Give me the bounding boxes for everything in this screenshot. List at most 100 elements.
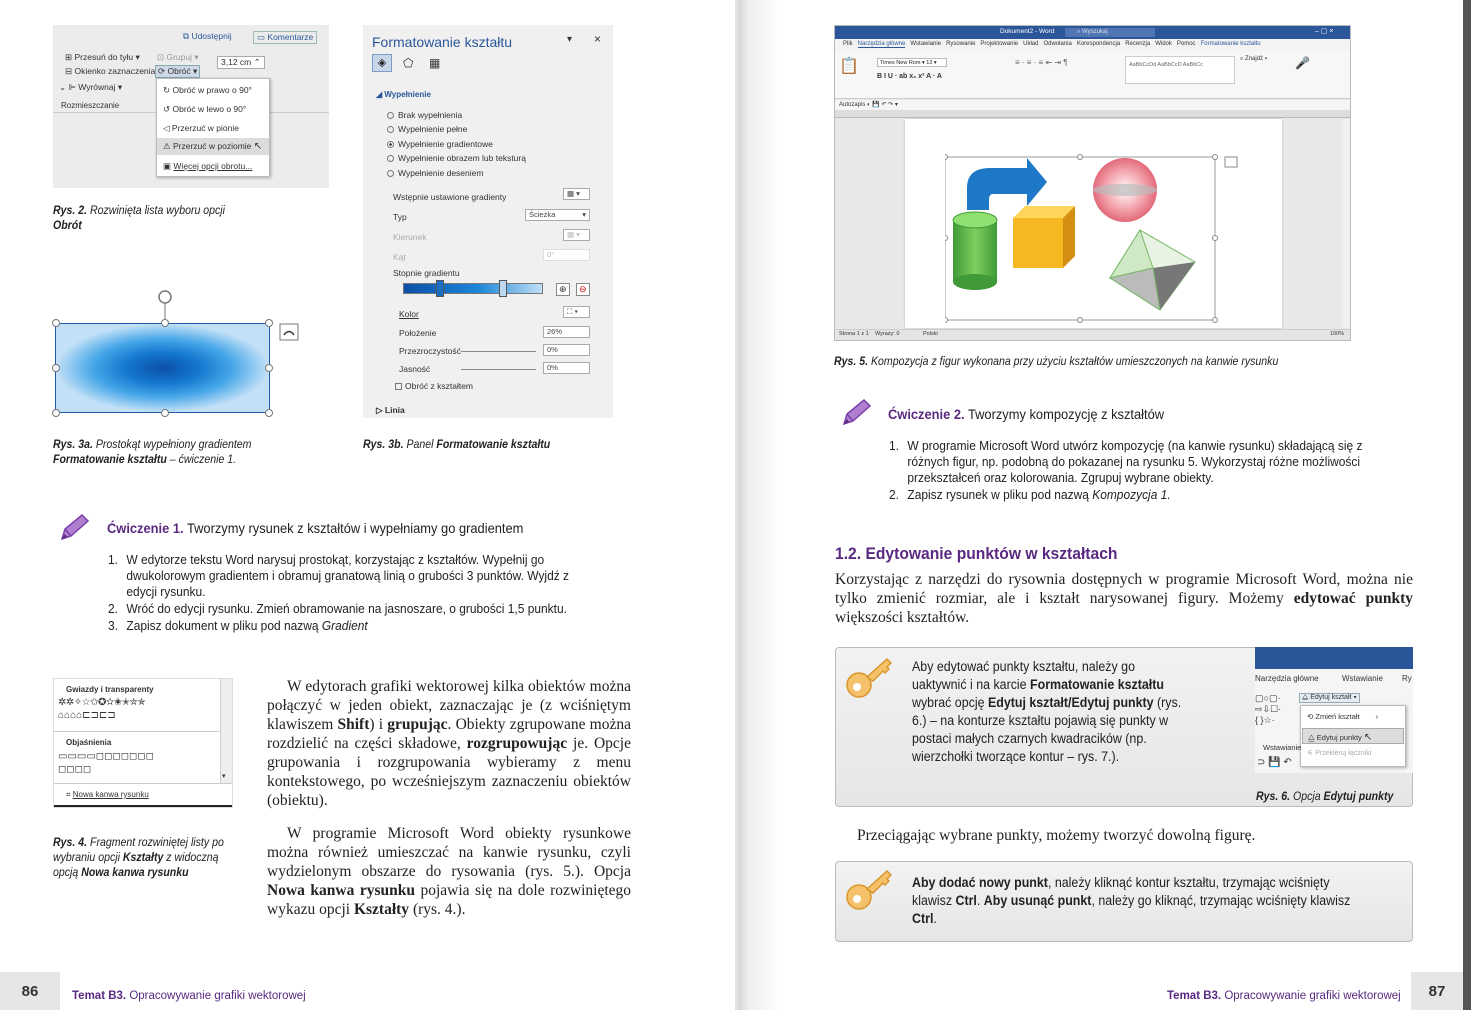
dictate-icon[interactable]: 🎤 bbox=[1295, 56, 1310, 70]
ribbon-tab[interactable]: Wstawianie bbox=[910, 41, 941, 47]
selection-pane-button[interactable]: Okienko zaznaczenia bbox=[74, 66, 155, 76]
group-button[interactable]: Grupuj bbox=[166, 52, 192, 62]
ribbon-tab[interactable]: Narzędzia główne bbox=[857, 41, 906, 48]
reroute-connectors-item[interactable]: ⚟ Przekieruj łączniki bbox=[1307, 749, 1371, 757]
menu-more-rotation[interactable]: ▣ Więcej opcji obrotu... bbox=[163, 161, 252, 172]
ribbon-tab[interactable]: Plik bbox=[843, 41, 853, 47]
ribbon-tab[interactable]: Odwołania bbox=[1043, 41, 1071, 47]
fig6-screenshot: Narzędzia główne Wstawianie Ry ▢○▢· ⇨⇩☐·{… bbox=[1255, 647, 1413, 773]
paste-icon[interactable]: 📋 bbox=[839, 56, 859, 76]
type-label: Typ bbox=[393, 212, 407, 222]
quick-access[interactable]: ⊃ 💾 ↶ bbox=[1257, 757, 1292, 768]
edit-points-item[interactable]: ⧋ Edytuj punkty ↖ bbox=[1302, 728, 1404, 744]
share-button[interactable]: Udostępnij bbox=[191, 31, 231, 41]
gradient-stop-2[interactable] bbox=[499, 280, 507, 297]
transparency-slider[interactable] bbox=[461, 351, 536, 352]
remove-stop-icon[interactable]: ⊖ bbox=[576, 283, 590, 296]
stars-banners-heading: Gwiazdy i transparenty bbox=[66, 685, 154, 694]
brightness-slider[interactable] bbox=[461, 369, 536, 370]
edit-shape-button[interactable]: ⧋ Edytuj kształt ▾ bbox=[1299, 693, 1360, 703]
section-fill[interactable]: ◢ Wypełnienie bbox=[376, 90, 431, 99]
pencil-icon bbox=[842, 398, 872, 426]
ribbon-tab[interactable]: Układ bbox=[1023, 41, 1038, 47]
ribbon-tab[interactable]: Recenzja bbox=[1125, 41, 1150, 47]
tab-draw[interactable]: Ry bbox=[1402, 674, 1412, 683]
shapes-gallery[interactable]: ▢○▢· ⇨⇩☐·{ }☆· bbox=[1255, 693, 1281, 726]
editing-buttons[interactable]: ⌕ Znajdź ▾ bbox=[1240, 56, 1267, 63]
align-button[interactable]: Wyrównaj bbox=[78, 82, 115, 92]
angle-field[interactable]: 0° bbox=[543, 249, 590, 261]
left-page: ⧉ Udostępnij ▭ Komentarze ⊞ Przesuń do t… bbox=[0, 0, 735, 1010]
option-solid-fill[interactable]: Wypełnienie pełne bbox=[387, 124, 467, 134]
direction-dropdown[interactable]: ▦ ▾ bbox=[563, 229, 590, 241]
search-box[interactable]: ⌕ Wyszukaj bbox=[1065, 28, 1155, 37]
key-icon bbox=[846, 869, 893, 910]
option-pattern-fill[interactable]: Wypełnienie deseniem bbox=[387, 168, 483, 178]
ribbon-tab[interactable]: Projektowanie bbox=[980, 41, 1018, 47]
zoom-level[interactable]: 100% bbox=[1330, 331, 1344, 337]
arrange-label: Rozmieszczanie bbox=[61, 101, 120, 110]
fig5-caption: Rys. 5. Kompozycja z figur wykonana przy… bbox=[834, 354, 1279, 368]
menu-rotate-right[interactable]: ↻ Obróć w prawo o 90° bbox=[163, 85, 252, 96]
ribbon-tab[interactable]: Formatowanie kształtu bbox=[1201, 41, 1261, 47]
option-gradient-fill[interactable]: Wypełnienie gradientowe bbox=[387, 139, 493, 149]
comments-button[interactable]: Komentarze bbox=[267, 32, 313, 42]
scroll-down-icon[interactable]: ▾ bbox=[222, 772, 226, 780]
callouts-row-1[interactable]: ▭▭▭▭◻◻◻◻◻◻◻ bbox=[58, 751, 154, 762]
fig4-caption: Rys. 4. Fragment rozwiniętej listy po wy… bbox=[53, 835, 224, 879]
change-shape-item[interactable]: ⟲ Zmień kształt › bbox=[1307, 712, 1378, 721]
rotate-with-shape-checkbox[interactable]: Obróć z kształtem bbox=[395, 381, 473, 391]
menu-flip-vertical[interactable]: ◁ Przerzuć w pionie bbox=[163, 123, 239, 134]
title-bar bbox=[1255, 647, 1413, 669]
rotate-button[interactable]: Obróć bbox=[167, 66, 190, 76]
move-back-button[interactable]: Przesuń do tyłu bbox=[74, 52, 133, 62]
scrollbar[interactable] bbox=[1342, 119, 1350, 328]
menu-flip-horizontal[interactable]: ⚠ Przerzuć w poziomie ↖ bbox=[157, 138, 269, 155]
ribbon-tab[interactable]: Pomoc bbox=[1177, 41, 1196, 47]
paragraph-buttons[interactable]: ≡ · ≡ · ≡ ⇤ ⇥ ¶ bbox=[1015, 58, 1068, 67]
color-picker[interactable]: ⛶ ▾ bbox=[563, 306, 590, 318]
stars-shapes-row[interactable]: ✲✲✧☆✩✪✫✬✭✮✯ bbox=[58, 697, 146, 708]
new-canvas-button[interactable]: ⌗ Nowa kanwa rysunku bbox=[66, 790, 149, 800]
list-item: 1. W edytorze tekstu Word narysuj prostok… bbox=[108, 552, 570, 599]
paragraph-drag-points: Przeciągając wybrane punkty, możemy twor… bbox=[857, 827, 1256, 844]
paragraph-canvas: W programie Microsoft Word obiekty rysun… bbox=[267, 825, 632, 918]
font-name-field[interactable]: Times New Rom ▾ 12 ▾ bbox=[877, 58, 947, 67]
styles-gallery[interactable]: AaBbCcDd AaBbCcD AaBbCc bbox=[1125, 56, 1235, 84]
position-field[interactable]: 26% bbox=[543, 326, 590, 338]
panel-menu-icon[interactable]: ▾ bbox=[567, 34, 572, 45]
add-stop-icon[interactable]: ⊕ bbox=[556, 283, 570, 296]
transparency-field[interactable]: 0% bbox=[543, 344, 590, 356]
format-buttons[interactable]: B I U · ab x₂ x² A · A bbox=[877, 73, 942, 80]
fig4-shapes-screenshot: Gwiazdy i transparenty ✲✲✧☆✩✪✫✬✭✮✯ ⌂⌂⌂⌂⊏… bbox=[53, 678, 233, 808]
gradient-stop-1[interactable] bbox=[436, 280, 444, 297]
ribbon-tab[interactable]: Rysowanie bbox=[946, 41, 975, 47]
menu-rotate-left[interactable]: ↺ Obróć w lewo o 90° bbox=[163, 104, 246, 115]
ribbon-tab[interactable]: Widok bbox=[1155, 41, 1172, 47]
fill-line-icon[interactable]: ◈ bbox=[372, 54, 392, 72]
list-item: 2. Wróć do edycji rysunku. Zmień obramowa… bbox=[108, 601, 567, 616]
fig3b-caption: Rys. 3b. Panel Formatowanie kształtu bbox=[363, 437, 551, 451]
type-dropdown[interactable]: Ścieżka ▾ bbox=[525, 209, 590, 221]
callouts-row-2[interactable]: ◻◻◻◻ bbox=[58, 764, 91, 775]
option-no-fill[interactable]: Brak wypełnienia bbox=[387, 110, 462, 120]
close-icon[interactable]: × bbox=[594, 32, 601, 46]
scrollbar[interactable] bbox=[220, 679, 232, 784]
ribbon-tab[interactable]: Korespondencja bbox=[1077, 41, 1120, 47]
size-properties-icon[interactable]: ▦ bbox=[429, 56, 440, 70]
banners-shapes-row[interactable]: ⌂⌂⌂⌂⊏⊐⊏⊐ bbox=[58, 710, 116, 721]
option-picture-fill[interactable]: Wypełnienie obrazem lub teksturą bbox=[387, 153, 526, 163]
size-field[interactable]: 3,12 cm ⌃ bbox=[217, 56, 265, 69]
page-edge bbox=[1463, 0, 1471, 1010]
section-heading: 1.2. Edytowanie punktów w kształtach bbox=[835, 544, 1118, 563]
tab-home[interactable]: Narzędzia główne bbox=[1255, 674, 1319, 683]
section-line[interactable]: ▷ Linia bbox=[376, 405, 405, 416]
tab-insert[interactable]: Wstawianie bbox=[1342, 674, 1383, 683]
autosave-toggle[interactable]: Autozapis ◐ 💾 ↶ ↷ ▾ bbox=[839, 101, 898, 108]
tab-insert-2[interactable]: Wstawianie bbox=[1263, 743, 1301, 752]
window-controls[interactable]: – ▢ × bbox=[1315, 27, 1333, 35]
brightness-field[interactable]: 0% bbox=[543, 362, 590, 374]
gradient-bar[interactable] bbox=[403, 283, 543, 294]
preset-gradients-dropdown[interactable]: ▦ ▾ bbox=[563, 188, 590, 200]
effects-icon[interactable]: ⬠ bbox=[403, 56, 413, 70]
